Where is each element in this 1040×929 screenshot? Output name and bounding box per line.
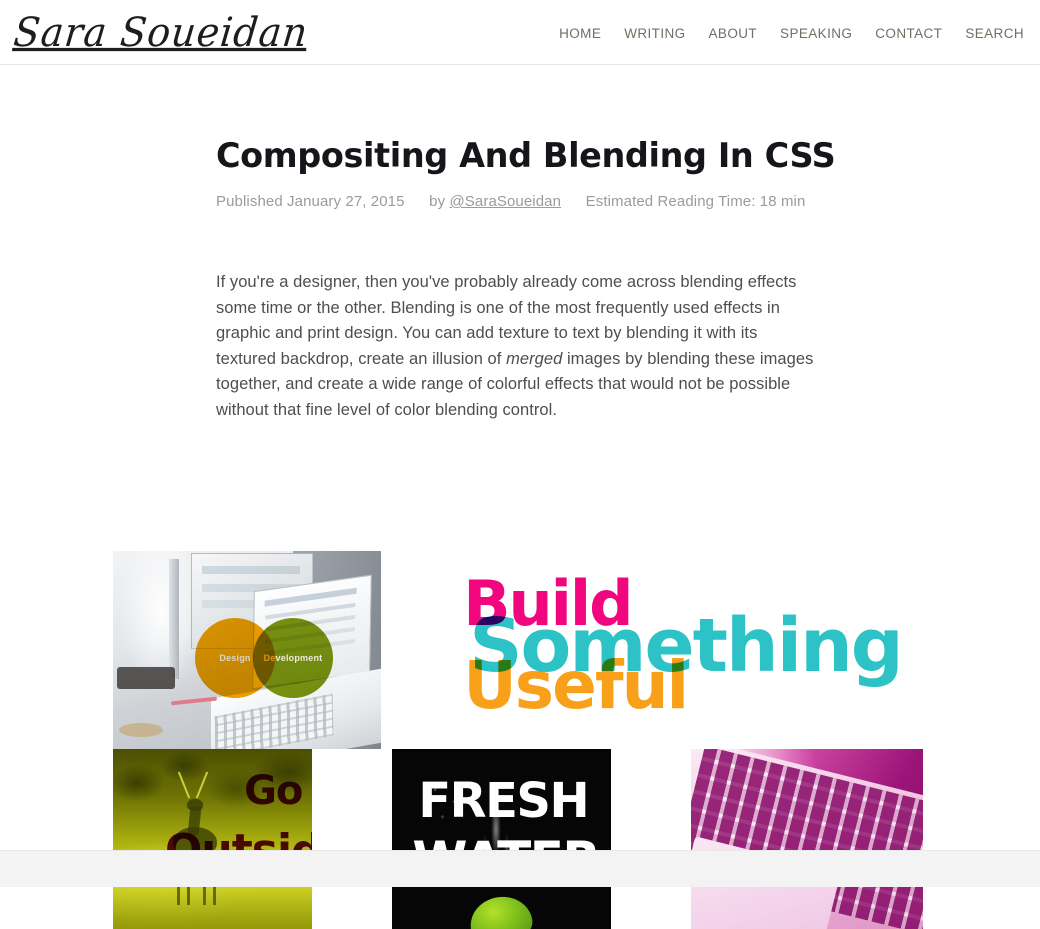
desk-coaster [119, 723, 163, 737]
nav-item-home[interactable]: HOME [559, 26, 601, 41]
site-logo[interactable]: Sara Soueidan [11, 4, 311, 59]
author-link[interactable]: @SaraSoueidan [449, 193, 561, 210]
article-meta: Published January 27, 2015 by @SaraSouei… [216, 193, 805, 210]
circle-development: Development [253, 618, 333, 698]
publish-date: Published January 27, 2015 [216, 193, 405, 210]
nav-item-writing[interactable]: WRITING [624, 26, 685, 41]
main-navigation: HOME WRITING ABOUT SPEAKING CONTACT SEAR… [559, 26, 1024, 41]
desk-dark-object [117, 667, 175, 689]
figure-fresh-water: FRESH WATER [392, 749, 611, 929]
circle-development-label: Development [263, 653, 323, 663]
figure-build-something-useful: Build Something Useful [461, 551, 923, 749]
nav-item-search[interactable]: SEARCH [965, 26, 1024, 41]
reading-time: Estimated Reading Time: 18 min [585, 193, 806, 210]
byline-label: by [429, 193, 446, 210]
nav-item-speaking[interactable]: SPEAKING [780, 26, 852, 41]
footer-strip [0, 850, 1040, 887]
water-word-fresh: FRESH [418, 773, 589, 829]
page-title: Compositing And Blending In CSS [216, 136, 836, 175]
nav-item-about[interactable]: ABOUT [709, 26, 758, 41]
circle-design-label: Design [219, 653, 251, 663]
figure-design-development-circles: Design Development [113, 551, 382, 749]
venn-circles-group: Design Development [195, 608, 365, 708]
desk-stand [169, 559, 179, 679]
figure-grid-row-top: Design Development Build Something Usefu… [73, 535, 963, 749]
figure-magenta-keyboard [690, 749, 923, 929]
intro-paragraph: If you're a designer, then you've probab… [216, 270, 816, 424]
intro-emphasis: merged [506, 349, 563, 368]
site-header: Sara Soueidan HOME WRITING ABOUT SPEAKIN… [0, 0, 1040, 65]
outside-word-go: Go [244, 768, 303, 814]
nav-item-contact[interactable]: CONTACT [875, 26, 942, 41]
type-word-useful: Useful [463, 647, 689, 724]
figure-go-outside: Go Outside [113, 749, 313, 929]
